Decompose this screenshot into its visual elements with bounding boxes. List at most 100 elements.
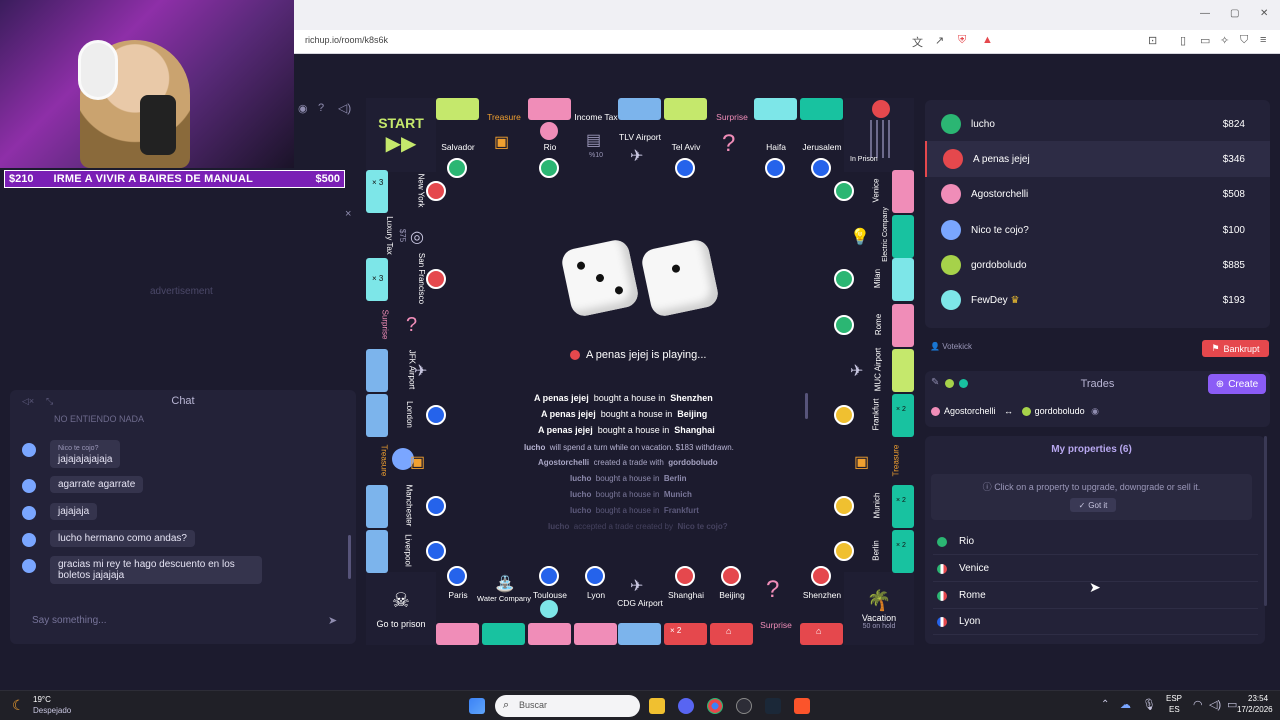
create-trade-button[interactable]: ⊕ Create [1208,374,1266,394]
prison-corner[interactable]: In Prison [844,98,914,172]
tile-luxury-tax[interactable]: Luxury Tax $75 ◎ [366,215,436,258]
go-to-prison-corner[interactable]: ☠ Go to prison [366,572,436,645]
mic-icon[interactable]: 🎙 [1142,698,1156,711]
tile-jfk-airport[interactable]: JFK Airport ✈ [366,349,436,392]
uk-flag-icon [426,541,446,561]
chrome-icon[interactable] [707,698,723,714]
brave-icon[interactable] [794,698,810,714]
weather-icon[interactable]: ☾ [12,697,25,714]
language-code[interactable]: ESP [1166,694,1182,703]
player-row[interactable]: lucho $824 [925,106,1270,142]
wifi-icon[interactable]: ◠ [1193,698,1203,711]
tile-salvador[interactable]: Salvador [436,98,479,178]
tile-milan[interactable]: Milan [834,258,914,301]
tile-cdg-airport[interactable]: ✈ CDG Airport [617,572,663,645]
close-window-icon[interactable]: ✕ [1260,8,1268,19]
tile-rio[interactable]: Rio [528,98,571,178]
clock-date[interactable]: 17/2/2026 [1237,705,1273,714]
tile-london[interactable]: London [366,394,446,437]
tile-shenzhen[interactable]: Shenzhen ⌂ [800,566,843,645]
onedrive-icon[interactable]: ☁ [1120,698,1131,711]
send-icon[interactable]: ➤ [328,614,337,627]
wallet-icon[interactable]: ▭ [1200,34,1210,47]
property-item-lyon[interactable]: Lyon [933,609,1258,635]
share-icon[interactable]: ↗ [935,34,944,47]
translate-icon[interactable]: 文 [912,34,923,50]
volume-icon[interactable]: ◁) [1209,698,1221,711]
reader-icon[interactable]: ⊡ [1148,34,1157,47]
brave-shield-icon[interactable]: ⛨ [958,34,966,47]
keyboard-layout[interactable]: ES [1169,705,1180,714]
tile-jerusalem[interactable]: Jerusalem [800,98,843,178]
tile-muc-airport[interactable]: ✈ MUC Airport [844,348,914,392]
file-explorer-icon[interactable] [649,698,665,714]
properties-hint-box: ⓘ Click on a property to upgrade, downgr… [931,474,1252,520]
player-row-active[interactable]: A penas jejej $346 [925,141,1270,177]
tile-lyon[interactable]: Lyon [574,566,617,645]
tile-paris[interactable]: Paris [436,566,479,645]
property-item-rio[interactable]: Rio [933,529,1258,555]
sidebar-icon[interactable]: ▯ [1180,34,1186,47]
clock-time[interactable]: 23:54 [1248,694,1268,703]
tile-toulouse[interactable]: Toulouse [528,566,571,645]
trade-entry[interactable]: Agostorchelli ↔ gordoboludo ◉ [931,406,1099,417]
rewards-icon[interactable]: ▲ [982,34,993,46]
player-row[interactable]: FewDey ♛ $193 [925,282,1270,318]
tray-expand-icon[interactable]: ⌃ [1101,699,1109,710]
tile-liverpool[interactable]: Liverpool [366,530,446,573]
start-corner[interactable]: START ▶▶ [366,98,436,172]
player-row[interactable]: gordoboludo $885 [925,247,1270,283]
player-row[interactable]: Nico te cojo? $100 [925,212,1270,248]
windows-start-icon[interactable] [469,698,485,714]
tile-new-york[interactable]: × 3 New York [366,170,446,213]
color-band [800,98,843,120]
close-ad-icon[interactable]: × [345,208,351,220]
app-icon[interactable] [736,698,752,714]
tile-treasure-left[interactable]: Treasure ▣ [366,440,436,483]
tile-beijing[interactable]: Beijing ⌂ [710,566,753,645]
url-text[interactable]: richup.io/room/k8s6k [305,35,388,45]
tile-haifa[interactable]: Haifa [754,98,797,178]
tile-munich[interactable]: Munich × 2 [834,485,914,528]
bankrupt-button[interactable]: ⚑ Bankrupt [1202,340,1269,357]
minimize-icon[interactable]: — [1200,8,1210,19]
tile-venice[interactable]: Venice [834,170,914,213]
tile-berlin[interactable]: Berlin × 2 [834,530,914,573]
got-it-button[interactable]: ✓ Got it [1070,498,1116,512]
steam-icon[interactable] [765,698,781,714]
tile-water-company[interactable]: ⛲ Water Company [477,572,531,645]
player-row[interactable]: Agostorchelli $508 [925,176,1270,212]
chat-scrollbar[interactable] [348,535,351,579]
log-scrollbar[interactable] [805,393,808,419]
tile-frankfurt[interactable]: Frankfurt × 2 [834,394,914,437]
tile-electric-company[interactable]: 💡 Electric Company [844,207,914,262]
eye-icon[interactable]: ◉ [1091,406,1099,416]
maximize-icon[interactable]: ▢ [1230,8,1239,19]
tile-treasure[interactable]: Treasure ▣ [482,98,525,172]
help-icon[interactable]: ? [318,102,324,114]
tile-san-francisco[interactable]: × 3 San Francisco [366,253,446,304]
extensions-icon[interactable]: ✧ [1220,34,1229,47]
tile-manchester[interactable]: Manchester [366,485,446,528]
vacation-corner[interactable]: 🌴 Vacation 50 on hold [844,572,914,645]
menu-icon[interactable]: ≡ [1260,34,1266,46]
die-pip [614,285,624,296]
battery-icon[interactable]: ▭ [1227,698,1237,711]
tile-tel-aviv[interactable]: Tel Aviv [664,98,707,178]
taskbar-search[interactable]: ⌕ Buscar [495,695,640,717]
tile-surprise-bottom[interactable]: ? Surprise [754,572,797,645]
discord-icon[interactable]: ◉ [298,102,308,115]
tile-surprise-left[interactable]: Surprise ? [366,304,436,347]
discord-app-icon[interactable] [678,698,694,714]
sound-icon[interactable]: ◁) [338,101,351,115]
votekick-button[interactable]: 👤 Votekick [930,342,972,351]
tile-rome[interactable]: Rome [834,304,914,347]
properties-scrollbar[interactable] [1264,436,1267,606]
my-properties-panel: My properties (6) ⓘ Click on a property … [925,436,1265,644]
tile-shanghai[interactable]: Shanghai × 2 [664,566,707,645]
tile-surprise[interactable]: Surprise ? [710,98,753,172]
tile-treasure-right[interactable]: ▣ Treasure [844,440,914,483]
vpn-icon[interactable]: ⛉ [1240,34,1248,47]
chat-input[interactable]: Say something... [22,612,318,630]
tile-tlv-airport[interactable]: TLV Airport ✈ [618,98,661,172]
